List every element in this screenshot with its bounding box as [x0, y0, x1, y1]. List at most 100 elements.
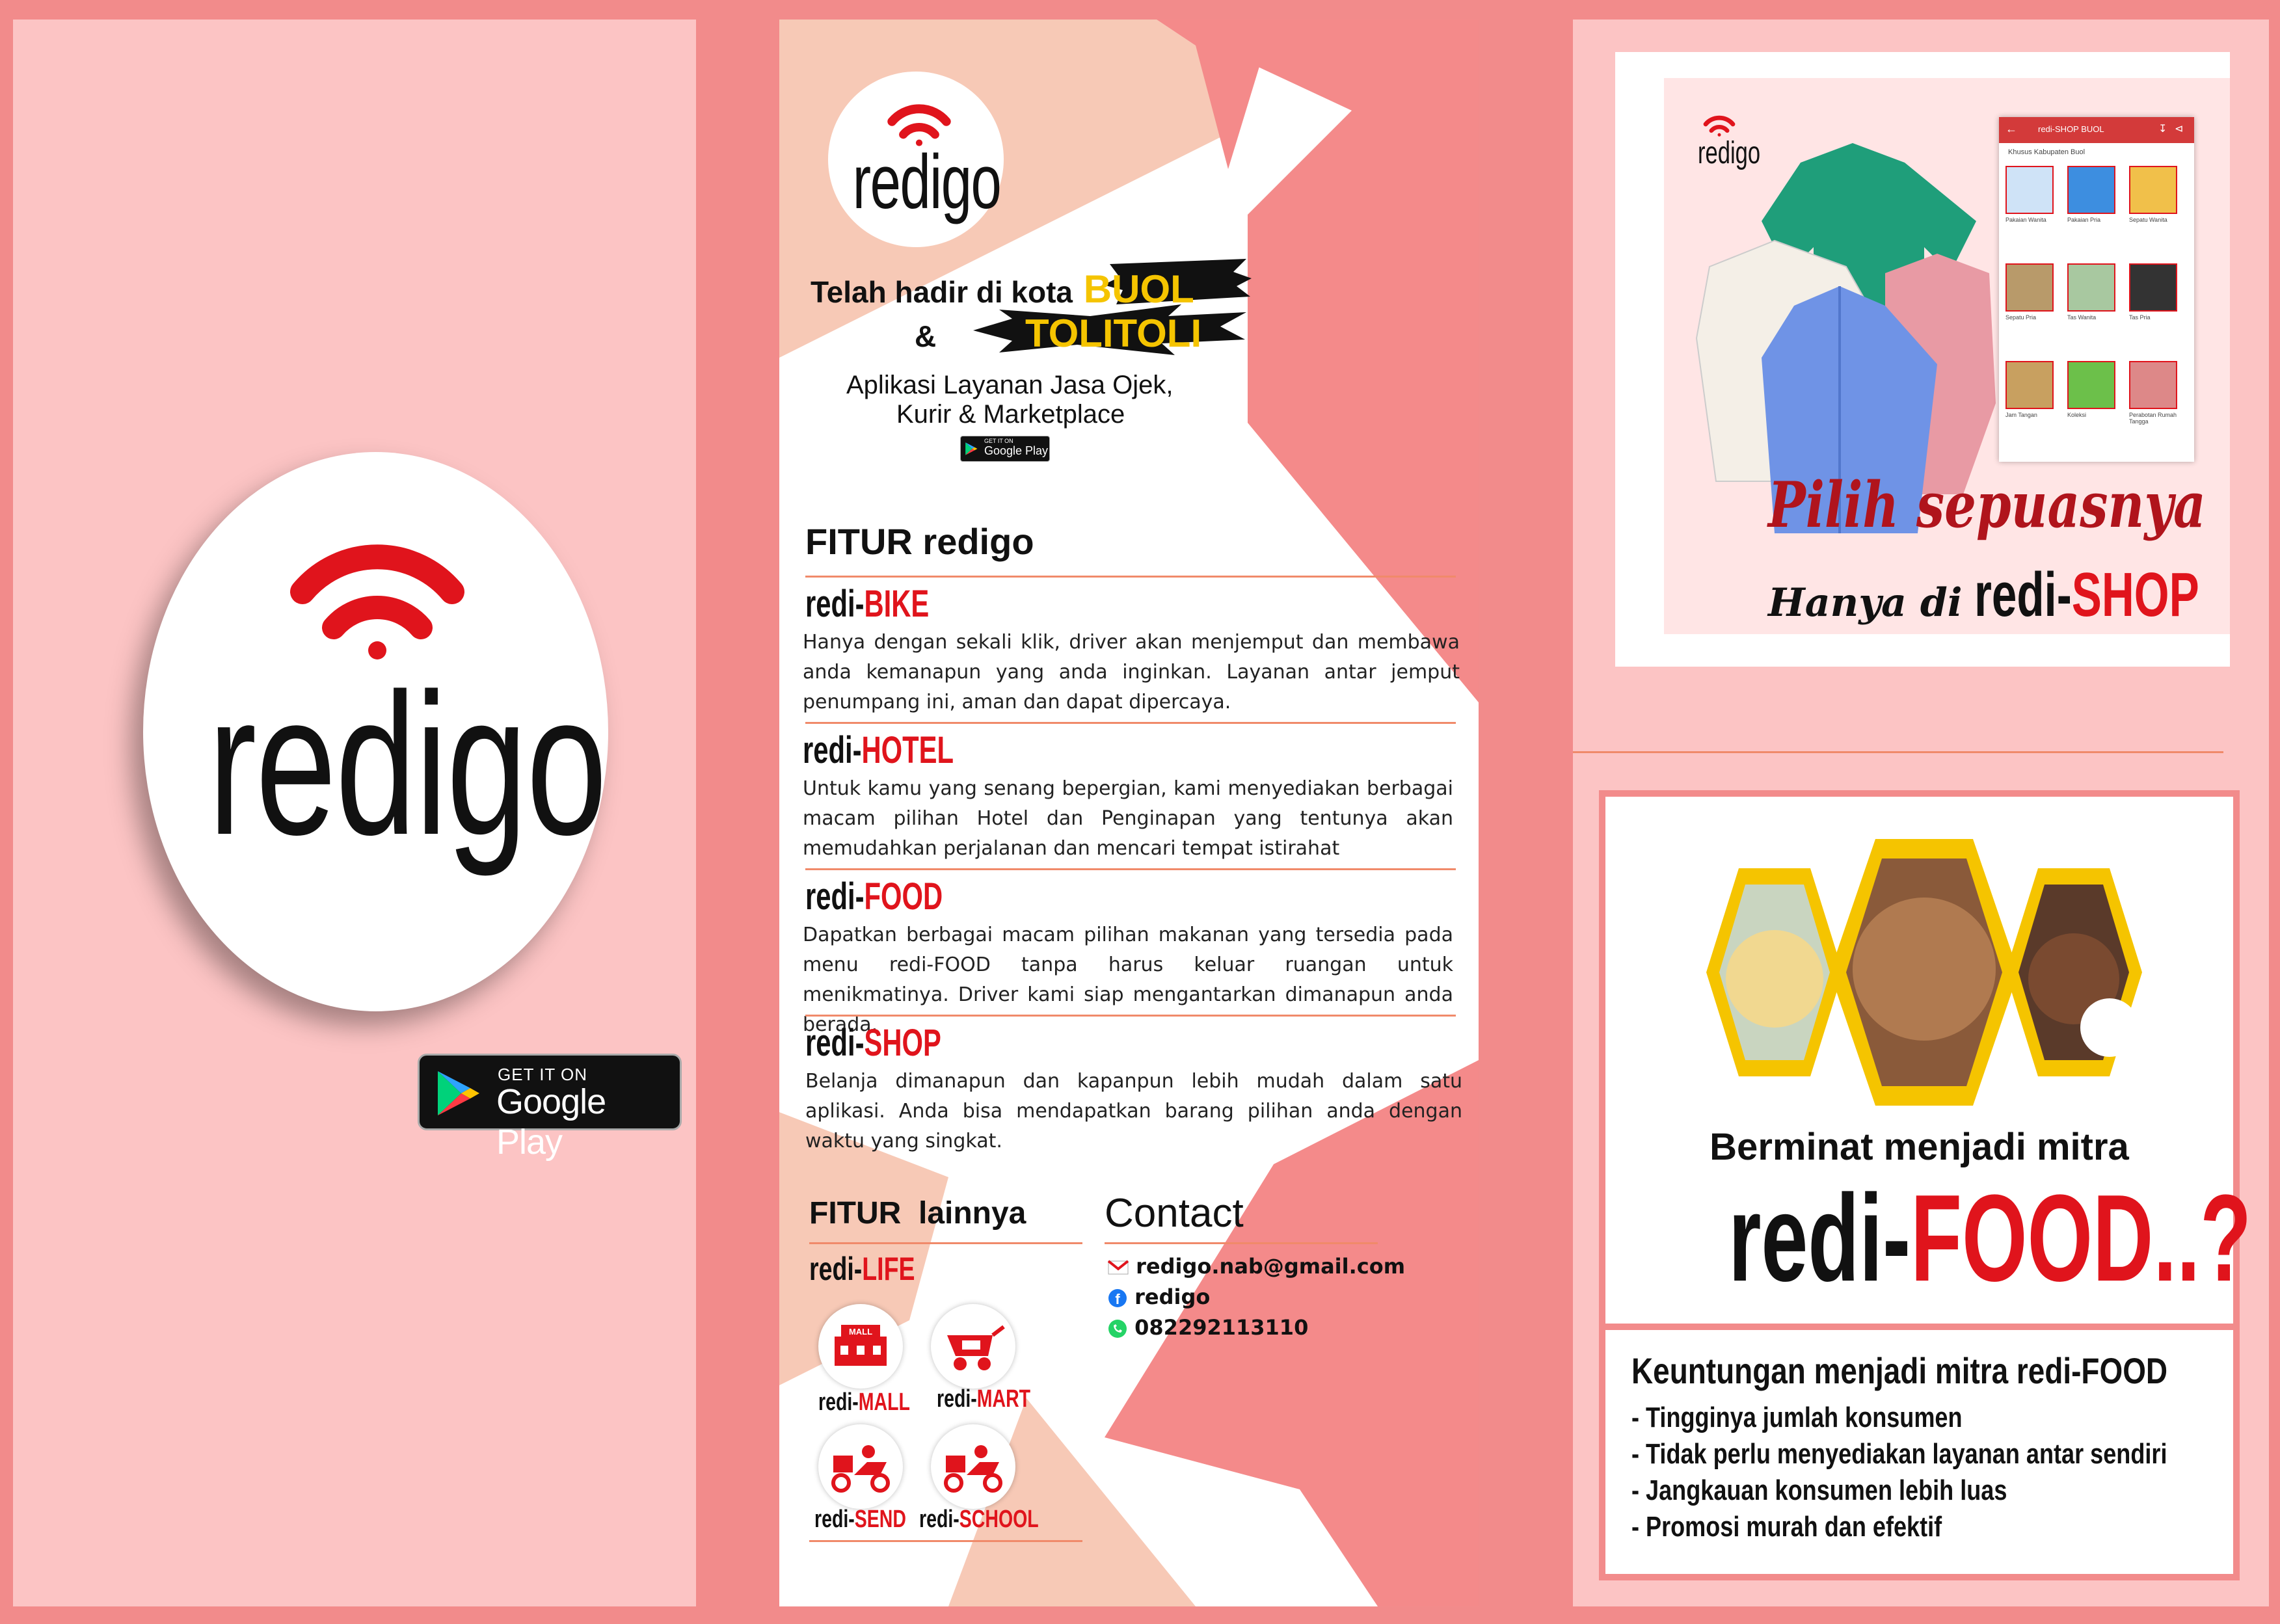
wifi-signal-icon [1703, 115, 1736, 137]
category-tile[interactable]: Perabotan Rumah Tangga [2129, 361, 2184, 446]
feature-name: FOOD [864, 875, 943, 918]
share-icon[interactable]: ⊲ [2175, 122, 2183, 135]
redi-mart-label: redi-MART [937, 1385, 1030, 1413]
item-name: MALL [858, 1389, 910, 1416]
features-heading: FITUR redigo [805, 521, 1034, 562]
google-play-badge[interactable]: GET IT ON Google Play [418, 1054, 682, 1162]
feature-name: BIKE [864, 583, 930, 625]
shop-app-title: redi-SHOP BUOL [2038, 124, 2104, 134]
divider [1105, 1242, 1378, 1244]
category-label: Koleksi [2067, 412, 2087, 418]
feature-shop-desc: Belanja dimanapun dan kapanpun lebih mud… [805, 1070, 1462, 1152]
divider [809, 1242, 1082, 1244]
divider [805, 576, 1456, 578]
item-prefix: redi- [814, 1506, 855, 1533]
shop-slogan-2: Hanya di redi-SHOP [1768, 559, 2230, 631]
download-icon[interactable]: ↧ [2158, 122, 2167, 135]
category-tile[interactable]: Tas Wanita [2067, 263, 2123, 348]
category-label: Pakaian Pria [2067, 217, 2101, 223]
redi-mart-button[interactable] [931, 1304, 1015, 1389]
badge-google-play: Google Play [496, 1082, 606, 1162]
benefit-item: - Tingginya jumlah konsumen [1631, 1402, 1963, 1433]
item-name: MART [976, 1385, 1031, 1413]
category-image [2005, 361, 2054, 409]
cover-panel: redigo GET IT ON Google Play [13, 20, 696, 1606]
contact-whatsapp-text: 082292113110 [1134, 1315, 1309, 1340]
category-image [2005, 166, 2054, 214]
food-question: Berminat menjadi mitra [1710, 1126, 2129, 1168]
tagline-line2: Kurir & Marketplace [896, 400, 1125, 429]
category-tile[interactable]: Pakaian Pria [2067, 166, 2123, 250]
category-tile[interactable]: Pakaian Wanita [2005, 166, 2061, 250]
mid-logo-circle: redigo [828, 72, 1004, 247]
category-image [2129, 166, 2177, 214]
category-image [2067, 263, 2115, 312]
cover-logo-circle: redigo [143, 452, 608, 1011]
brand-name: FOOD..? [1911, 1169, 2252, 1307]
mid-google-play-badge[interactable]: GET IT ON Google Play [960, 436, 1050, 462]
back-arrow-icon[interactable]: ← [2005, 122, 2017, 136]
brand-name: SHOP [2071, 560, 2199, 630]
feature-prefix: redi- [805, 583, 865, 625]
play-store-icon [965, 442, 978, 455]
headline: Telah hadir di kota BUOL & TOLITOLI [811, 254, 1266, 390]
contact-email[interactable]: redigo.nab@gmail.com [1107, 1254, 1405, 1279]
contact-heading: Contact [1105, 1191, 1244, 1236]
ads-panel: redigo ← redi-SHOP BUOL ↧ ⊲ Khusus Kabup… [1573, 20, 2269, 1606]
redi-mall-button[interactable]: MALL [818, 1304, 903, 1389]
divider [805, 722, 1456, 724]
feature-hotel-title: redi-HOTEL [803, 728, 954, 772]
benefit-item: - Promosi murah dan efektif [1631, 1511, 1942, 1543]
brand-prefix: redi- [1974, 560, 2072, 630]
shop-phone-mockup: ← redi-SHOP BUOL ↧ ⊲ Khusus Kabupaten Bu… [1999, 117, 2194, 462]
category-label: Sepatu Wanita [2129, 217, 2167, 223]
contact-whatsapp[interactable]: 082292113110 [1108, 1315, 1308, 1340]
feature-bike-desc: Hanya dengan sekali klik, driver akan me… [803, 631, 1460, 713]
play-store-icon [438, 1071, 479, 1115]
svg-text:f: f [1115, 1291, 1120, 1307]
life-prefix: redi- [809, 1251, 863, 1287]
category-label: Pakaian Wanita [2005, 217, 2046, 223]
feature-prefix: redi- [803, 729, 862, 771]
food-photos [1706, 839, 2142, 1106]
divider [809, 1540, 1082, 1542]
category-label: Perabotan Rumah Tangga [2129, 412, 2177, 425]
feature-shop-title: redi-SHOP [805, 1021, 941, 1065]
category-label: Sepatu Pria [2005, 314, 2037, 321]
headline-amp: & [915, 319, 937, 353]
gmail-icon [1107, 1260, 1129, 1275]
tagline-line1: Aplikasi Layanan Jasa Ojek, [846, 371, 1174, 399]
benefit-item: - Jangkauan konsumen lebih luas [1631, 1474, 2007, 1506]
category-image [2005, 263, 2054, 312]
category-label: Tas Wanita [2067, 314, 2097, 321]
category-grid: Pakaian Wanita Pakaian Pria Sepatu Wanita S… [2005, 166, 2194, 459]
redi-school-button[interactable] [931, 1424, 1015, 1509]
food-brand: redi-FOOD..? [1605, 1167, 2251, 1309]
item-name: SCHOOL [959, 1506, 1039, 1533]
badge-get-it-on: GET IT ON [984, 438, 1013, 444]
shop-subtitle: Khusus Kabupaten Buol [2008, 148, 2086, 156]
whatsapp-icon [1108, 1320, 1127, 1338]
headline-city-tolitoli: TOLITOLI [1025, 312, 1202, 355]
feature-prefix: redi- [805, 875, 865, 918]
shop-slogan-1: Pilih sepuasnya [1768, 468, 2206, 542]
divider [805, 868, 1456, 870]
category-tile[interactable]: Jam Tangan [2005, 361, 2061, 446]
feature-food-title: redi-FOOD [805, 875, 943, 918]
category-tile[interactable]: Tas Pria [2129, 263, 2184, 348]
category-tile[interactable]: Sepatu Pria [2005, 263, 2061, 348]
food-ad-bottom: Keuntungan menjadi mitra redi-FOOD - Tin… [1605, 1330, 2233, 1574]
life-name: LIFE [862, 1251, 915, 1287]
divider [805, 1015, 1456, 1017]
category-tile[interactable]: Koleksi [2067, 361, 2123, 446]
cart-icon [947, 1325, 1005, 1370]
other-features-heading: FITUR lainnya [809, 1196, 1026, 1231]
headline-text: Telah hadir di kota BUOL [811, 267, 1194, 312]
category-image [2129, 263, 2177, 312]
headline-prefix: Telah hadir di kota [811, 275, 1073, 309]
food-ad-frame: Berminat menjadi mitra redi-FOOD..? Keun… [1599, 790, 2251, 1580]
contact-facebook[interactable]: f redigo [1108, 1285, 1210, 1309]
category-tile[interactable]: Sepatu Wanita [2129, 166, 2184, 250]
facebook-icon: f [1108, 1289, 1127, 1307]
redi-send-button[interactable] [818, 1424, 903, 1509]
